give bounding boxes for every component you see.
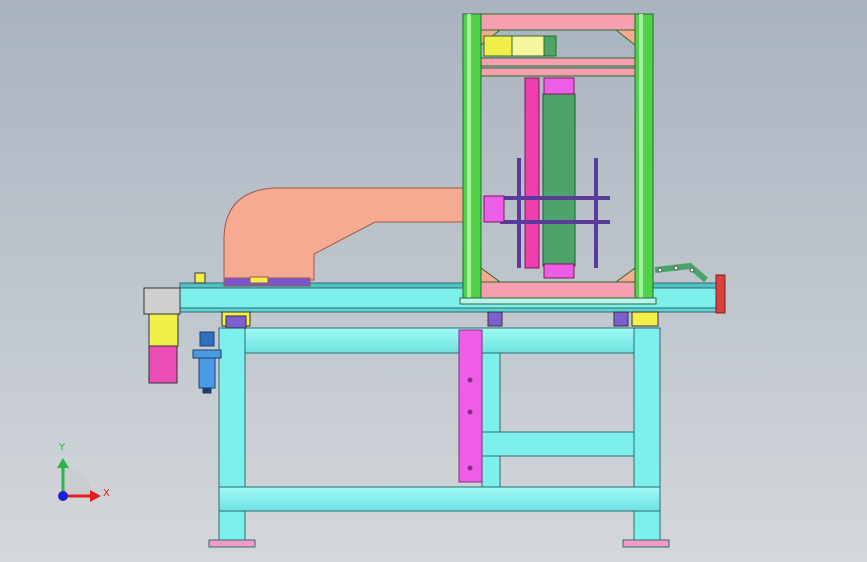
x-axis-head — [90, 490, 101, 502]
cad-viewport[interactable]: Y X — [0, 0, 867, 562]
y-axis-label: Y — [59, 442, 66, 453]
triad-origin — [64, 468, 92, 496]
z-axis-dot — [58, 491, 68, 501]
x-axis-label: X — [103, 488, 110, 499]
orientation-triad[interactable] — [0, 0, 867, 562]
y-axis-head — [57, 458, 69, 468]
